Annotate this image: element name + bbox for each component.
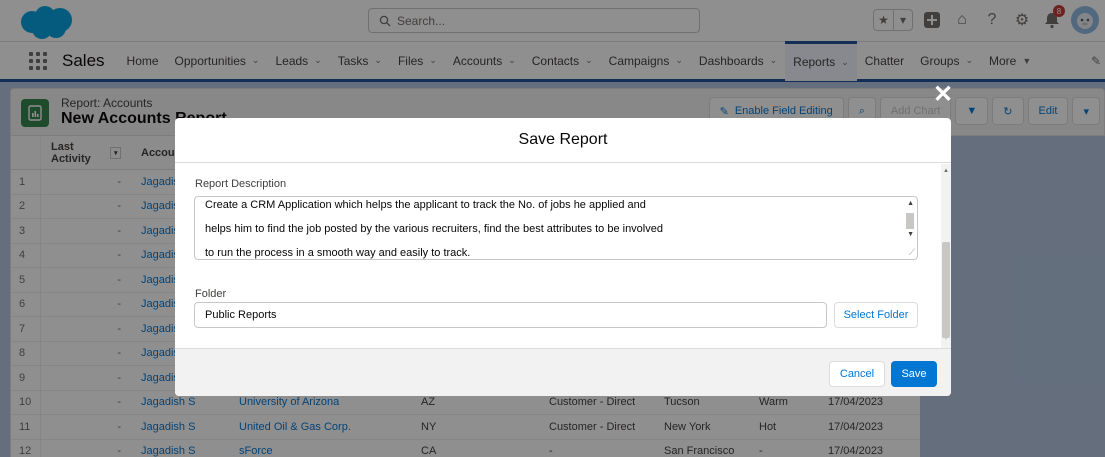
close-modal-icon[interactable]: ✕ [933, 83, 953, 107]
select-folder-button[interactable]: Select Folder [834, 302, 918, 328]
scroll-down-icon[interactable]: ▼ [907, 231, 914, 238]
folder-label: Folder [195, 288, 227, 300]
textarea-scroll-thumb[interactable] [906, 213, 914, 229]
description-line-1: Create a CRM Application which helps the… [205, 199, 646, 211]
description-line-2: helps him to find the job posted by the … [205, 223, 663, 235]
modal-footer: Cancel Save [175, 348, 951, 396]
scroll-up-icon[interactable]: ▲ [907, 200, 914, 207]
save-report-modal: Save Report Report Description Create a … [175, 118, 951, 396]
resize-handle-icon[interactable]: ⟋ [909, 247, 915, 258]
modal-scroll-up-icon[interactable]: ▲ [943, 168, 949, 174]
modal-scroll-down-icon[interactable]: ▼ [943, 336, 949, 342]
save-button[interactable]: Save [891, 361, 937, 387]
modal-scroll-thumb[interactable] [942, 242, 950, 338]
modal-body: Report Description Create a CRM Applicat… [175, 164, 951, 348]
description-line-3: to run the process in a smooth way and e… [205, 247, 471, 259]
report-description-label: Report Description [195, 178, 287, 190]
report-description-textarea[interactable]: Create a CRM Application which helps the… [194, 196, 918, 260]
modal-title: Save Report [175, 118, 951, 163]
cancel-button[interactable]: Cancel [829, 361, 885, 387]
modal-scrollbar[interactable]: ▲ ▼ [941, 164, 951, 348]
folder-input[interactable]: Public Reports [194, 302, 827, 328]
